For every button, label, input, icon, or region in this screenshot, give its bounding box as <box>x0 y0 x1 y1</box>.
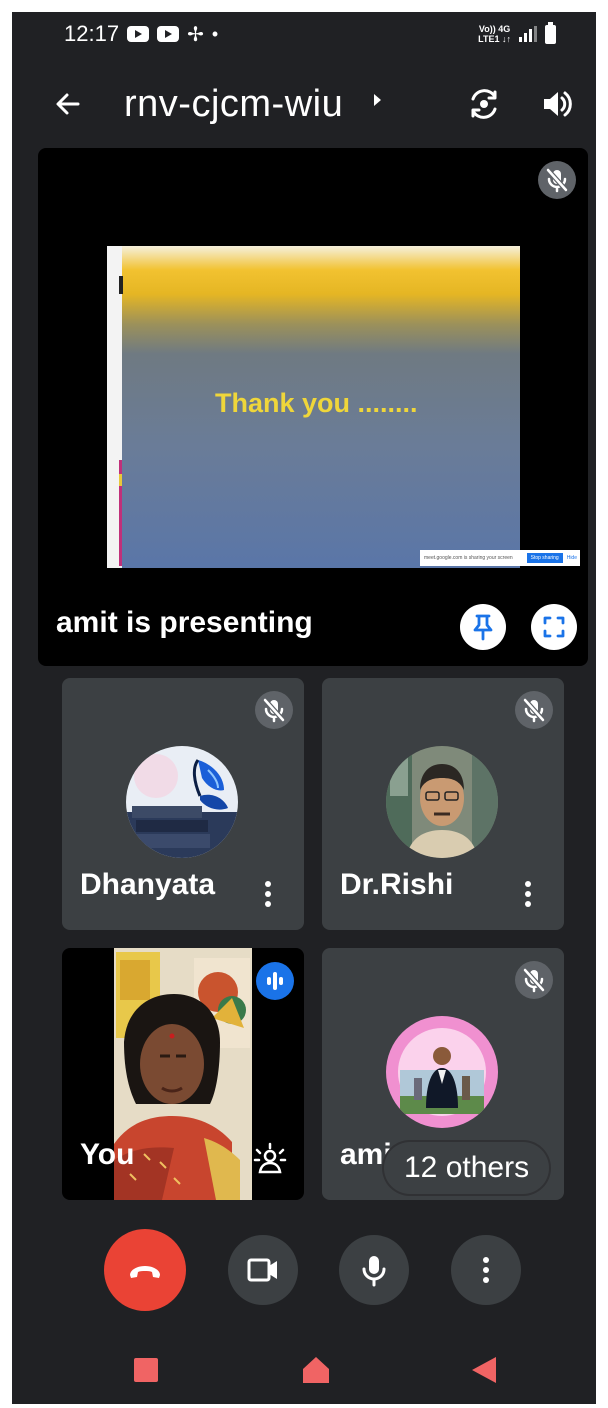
meeting-code[interactable]: rnv-cjcm-wiu <box>124 82 343 126</box>
others-count-chip[interactable]: 12 others <box>384 1142 550 1194</box>
hide-button: Hide <box>566 555 577 561</box>
participant-name: Dhanyata <box>80 868 216 901</box>
youtube-notification-icon <box>157 26 180 42</box>
avatar <box>386 746 498 858</box>
fullscreen-icon[interactable] <box>531 604 577 650</box>
shared-slide: Thank you ........ <box>107 246 520 568</box>
visual-effects-icon[interactable] <box>250 1140 290 1180</box>
more-vert-icon[interactable] <box>256 874 280 914</box>
network-indicator: Vo)) 4G LTE1 ↓↑ <box>478 24 511 44</box>
avatar <box>386 1016 498 1128</box>
mic-off-icon <box>538 161 576 199</box>
chevron-right-icon[interactable] <box>374 94 381 106</box>
battery-icon <box>545 21 556 44</box>
participant-name: You <box>80 1138 135 1171</box>
stop-sharing-button: Stop sharing <box>526 553 563 563</box>
presentation-tile[interactable]: Thank you ........ meet.google.com is sh… <box>38 148 588 666</box>
slide-title: Thank you ........ <box>215 388 418 418</box>
more-notifications-dot: • <box>211 23 219 44</box>
youtube-notification-icon <box>127 26 150 42</box>
presenting-label: amit is presenting <box>56 606 313 639</box>
back-arrow-icon[interactable] <box>48 84 88 124</box>
more-vert-icon[interactable] <box>516 874 540 914</box>
more-options-button[interactable] <box>451 1235 521 1305</box>
status-time: 12:17 <box>64 21 120 46</box>
camera-flip-icon[interactable] <box>464 84 504 124</box>
mic-button[interactable] <box>339 1235 409 1305</box>
participant-tile-amit[interactable]: amit 12 others <box>322 948 564 1200</box>
call-controls <box>12 1227 596 1317</box>
back-icon[interactable] <box>468 1354 500 1386</box>
mic-off-icon <box>515 691 553 729</box>
mic-off-icon <box>515 961 553 999</box>
end-call-button[interactable] <box>104 1229 186 1311</box>
self-video <box>114 948 252 1200</box>
camera-button[interactable] <box>228 1235 298 1305</box>
audio-level-icon <box>256 962 294 1000</box>
pin-icon[interactable] <box>460 604 506 650</box>
participant-tile-dhanyata[interactable]: Dhanyata <box>62 678 304 930</box>
status-bar: 12:17 ✢ • Vo)) 4G LTE1 ↓↑ <box>12 12 596 56</box>
speaker-icon[interactable] <box>536 84 576 124</box>
avatar <box>126 746 238 858</box>
self-view-tile[interactable]: You <box>62 948 304 1200</box>
participant-name: Dr.Rishi <box>340 868 454 901</box>
screen-share-banner: meet.google.com is sharing your screen S… <box>420 550 580 566</box>
meet-call-screen: 12:17 ✢ • Vo)) 4G LTE1 ↓↑ rnv-cjcm-wiu T… <box>12 12 596 1404</box>
home-icon[interactable] <box>300 1354 332 1386</box>
participant-tile-dr-rishi[interactable]: Dr.Rishi <box>322 678 564 930</box>
call-header: rnv-cjcm-wiu <box>12 74 596 134</box>
signal-icon <box>519 26 537 42</box>
pinwheel-notification-icon: ✢ <box>187 23 204 46</box>
overview-icon[interactable] <box>134 1358 158 1382</box>
mic-off-icon <box>255 691 293 729</box>
system-nav-bar <box>12 1334 596 1404</box>
